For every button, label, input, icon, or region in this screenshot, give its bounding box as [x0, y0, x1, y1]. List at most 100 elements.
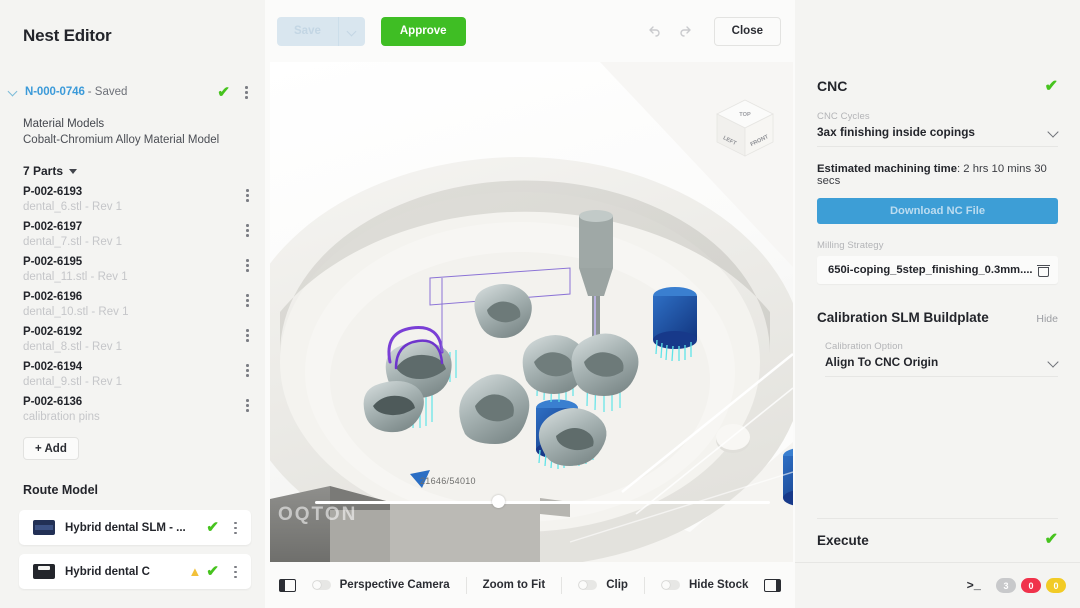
- part-id: P-002-6197: [23, 221, 83, 233]
- route-card-cnc[interactable]: Hybrid dental C ▲ ✔: [19, 554, 251, 589]
- part-file: calibration pins: [23, 411, 100, 423]
- triangle-down-icon[interactable]: [69, 168, 78, 174]
- add-part-button[interactable]: + Add: [23, 437, 79, 460]
- part-row[interactable]: P-002-6136 calibration pins: [0, 388, 265, 423]
- part-menu-button[interactable]: [240, 327, 254, 343]
- hide-stock-toggle[interactable]: Hide Stock: [660, 579, 748, 591]
- part-menu-button[interactable]: [240, 222, 254, 238]
- part-row[interactable]: P-002-6196 dental_10.stl - Rev 1: [0, 283, 265, 318]
- execute-title: Execute: [817, 532, 869, 548]
- nest-menu-button[interactable]: [239, 84, 253, 100]
- material-models-value: Cobalt-Chromium Alloy Material Model: [23, 134, 220, 146]
- calibration-option-label: Calibration Option: [825, 341, 903, 352]
- nest-id[interactable]: N-000-0746: [25, 86, 85, 98]
- nest-editor-app: Nest Editor N-000-0746 - Saved ✔ Materia…: [0, 0, 1080, 608]
- clip-label: Clip: [606, 579, 628, 591]
- download-nc-file-button[interactable]: Download NC File: [817, 198, 1058, 224]
- top-toolbar: Save Approve Close: [265, 0, 795, 62]
- part-menu-button[interactable]: [240, 187, 254, 203]
- warning-badge[interactable]: 0: [1046, 578, 1066, 593]
- slider-thumb[interactable]: [492, 495, 506, 508]
- part-row[interactable]: P-002-6193 dental_6.stl - Rev 1: [0, 178, 265, 213]
- milling-strategy-label: Milling Strategy: [817, 240, 884, 251]
- part-row[interactable]: P-002-6192 dental_8.stl - Rev 1: [0, 318, 265, 353]
- parts-count-label: 7 Parts: [23, 164, 64, 178]
- part-row[interactable]: P-002-6194 dental_9.stl - Rev 1: [0, 353, 265, 388]
- view-cube[interactable]: TOP LEFT FRONT: [707, 90, 783, 166]
- part-id: P-002-6136: [23, 396, 83, 408]
- hide-link[interactable]: Hide: [1036, 313, 1058, 325]
- check-icon: ✔: [1044, 78, 1058, 95]
- calibration-title: Calibration SLM Buildplate: [817, 310, 989, 325]
- execute-row[interactable]: Execute ✔: [795, 519, 1080, 562]
- buildplate-icon: [33, 520, 55, 535]
- trash-icon[interactable]: [1037, 264, 1050, 277]
- part-row[interactable]: P-002-6195 dental_11.stl - Rev 1: [0, 248, 265, 283]
- part-row[interactable]: P-002-6197 dental_7.stl - Rev 1: [0, 213, 265, 248]
- route-label: Hybrid dental SLM - ...: [65, 521, 186, 534]
- error-badge[interactable]: 0: [1021, 578, 1041, 593]
- zoom-to-fit-button[interactable]: Zoom to Fit: [483, 579, 546, 591]
- chevron-down-icon[interactable]: [1049, 128, 1058, 137]
- chevron-down-icon[interactable]: [339, 17, 365, 46]
- close-button[interactable]: Close: [713, 16, 781, 46]
- chevron-down-icon[interactable]: [8, 86, 20, 98]
- divider: [561, 576, 563, 594]
- nest-row[interactable]: N-000-0746 - Saved ✔: [0, 82, 265, 102]
- estimated-time-label: Estimated machining time: [817, 163, 957, 175]
- page-title: Nest Editor: [23, 26, 112, 45]
- nest-status-text: - Saved: [87, 86, 128, 98]
- redo-icon[interactable]: [672, 17, 700, 45]
- part-id: P-002-6192: [23, 326, 83, 338]
- undo-icon[interactable]: [640, 17, 668, 45]
- toggle-switch[interactable]: [311, 580, 331, 590]
- route-card-slm[interactable]: Hybrid dental SLM - ... ✔: [19, 510, 251, 545]
- route-menu-button[interactable]: [228, 520, 242, 536]
- cnc-cycles-value: 3ax finishing inside copings: [817, 125, 975, 139]
- calibration-option-group: Calibration Option Align To CNC Origin: [817, 341, 1058, 377]
- cnc-title: CNC: [817, 78, 848, 94]
- chevron-down-icon[interactable]: [1049, 358, 1058, 367]
- parts-list: P-002-6193 dental_6.stl - Rev 1 P-002-6197…: [0, 178, 265, 423]
- calibration-option-select[interactable]: Align To CNC Origin: [825, 352, 1058, 377]
- part-menu-button[interactable]: [240, 257, 254, 273]
- warning-icon: ▲: [188, 564, 202, 579]
- parts-header[interactable]: 7 Parts: [0, 148, 265, 178]
- check-icon: ✔: [206, 563, 219, 580]
- calibration-option-value: Align To CNC Origin: [825, 355, 939, 369]
- printer-icon: [33, 564, 55, 579]
- panel-right-icon[interactable]: [764, 578, 782, 592]
- 3d-viewport[interactable]: TOP LEFT FRONT OQTON 21646/54010: [270, 62, 793, 562]
- part-file: dental_8.stl - Rev 1: [23, 341, 123, 353]
- part-menu-button[interactable]: [240, 292, 254, 308]
- left-sidebar: Nest Editor N-000-0746 - Saved ✔ Materia…: [0, 0, 265, 608]
- clip-toggle[interactable]: Clip: [578, 579, 628, 591]
- calibration-pin: [783, 448, 793, 506]
- part-menu-button[interactable]: [240, 397, 254, 413]
- cnc-cycles-select[interactable]: 3ax finishing inside copings: [817, 122, 1058, 147]
- viewport-toolbar: Perspective Camera Zoom to Fit Clip Hide…: [265, 562, 795, 608]
- toggle-switch[interactable]: [578, 580, 598, 590]
- info-badge[interactable]: 3: [996, 578, 1016, 593]
- route-menu-button[interactable]: [228, 564, 242, 580]
- console-icon[interactable]: >_: [967, 579, 981, 593]
- check-icon: ✔: [217, 83, 230, 101]
- perspective-camera-toggle[interactable]: Perspective Camera: [311, 579, 450, 591]
- panel-left-icon[interactable]: [279, 578, 296, 592]
- svg-text:TOP: TOP: [739, 112, 751, 118]
- top-right-actions: Close: [640, 0, 781, 62]
- timeline-slider[interactable]: 21646/54010: [315, 476, 770, 509]
- part-id: P-002-6196: [23, 291, 83, 303]
- toggle-switch[interactable]: [660, 580, 680, 590]
- route-label: Hybrid dental C: [65, 565, 150, 578]
- part-menu-button[interactable]: [240, 362, 254, 378]
- material-models-block: Material Models Cobalt-Chromium Alloy Ma…: [0, 102, 265, 148]
- milling-strategy-row[interactable]: 650i-coping_5step_finishing_0.3mm....: [817, 256, 1058, 284]
- slider-track[interactable]: [315, 501, 770, 504]
- save-button[interactable]: Save: [277, 16, 365, 46]
- part-id: P-002-6193: [23, 186, 83, 198]
- milling-strategy-value: 650i-coping_5step_finishing_0.3mm....: [828, 264, 1033, 276]
- approve-button[interactable]: Approve: [380, 16, 466, 46]
- right-panel-content: CNC ✔ CNC Cycles 3ax finishing inside co…: [795, 0, 1080, 377]
- center-area: Save Approve Close TOP LEFT FRONT OQTON …: [265, 0, 795, 608]
